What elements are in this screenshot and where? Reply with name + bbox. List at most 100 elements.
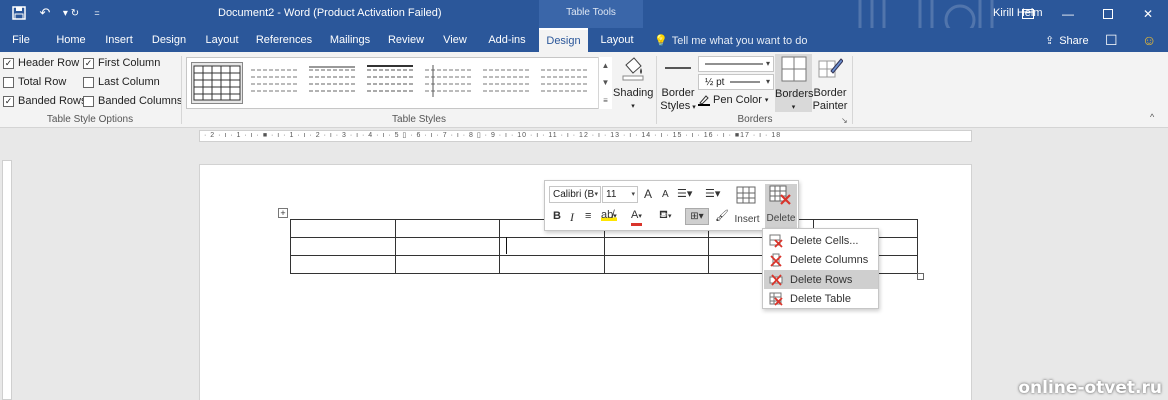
scroll-up-icon[interactable]: ▲ — [602, 61, 610, 70]
font-color-button[interactable]: A▾ — [631, 209, 642, 226]
delete-table-icon — [769, 185, 791, 205]
tab-table-design[interactable]: Design — [539, 28, 588, 52]
insert-button[interactable]: Insert — [733, 185, 761, 227]
table-style-3[interactable] — [307, 62, 359, 104]
line-weight-dropdown[interactable]: ½ pt ▾ — [698, 74, 774, 90]
tab-layout[interactable]: Layout — [199, 28, 245, 52]
checkbox-empty-icon — [83, 76, 94, 88]
minimize-icon[interactable]: — — [1048, 0, 1088, 28]
table-style-7[interactable] — [539, 62, 591, 104]
table-move-handle-icon[interactable]: + — [278, 208, 288, 218]
border-styles-icon — [665, 67, 691, 69]
banded-columns-checkbox[interactable]: Banded Columns — [83, 95, 182, 107]
table-style-4[interactable] — [365, 62, 417, 104]
font-size-box[interactable]: 11 ▾ — [602, 186, 638, 203]
scroll-down-icon[interactable]: ▼ — [602, 78, 610, 87]
delete-rows-item[interactable]: Delete Rows — [764, 270, 878, 289]
font-name-box[interactable]: Calibri (B ▾ — [549, 186, 601, 203]
gallery-scroll[interactable]: ▲ ▼ ≡ — [598, 57, 612, 109]
share-button[interactable]: ⇪ Share — [1045, 34, 1089, 48]
more-styles-icon[interactable]: ≡ — [603, 96, 608, 105]
bullets-icon[interactable]: ☰▾ — [677, 187, 692, 200]
table-cell[interactable] — [394, 237, 500, 256]
grow-font-button[interactable]: A — [644, 187, 652, 201]
text-cursor — [506, 237, 507, 254]
tell-me-box[interactable]: 💡 Tell me what you want to do — [654, 34, 807, 48]
tab-table-layout[interactable]: Layout — [594, 28, 640, 52]
save-icon[interactable] — [10, 4, 28, 22]
dialog-launcher-icon[interactable]: ↘ — [841, 116, 848, 125]
tab-insert[interactable]: Insert — [98, 28, 140, 52]
delete-columns-icon — [770, 253, 782, 267]
delete-button[interactable]: Delete — [765, 184, 797, 228]
undo-icon[interactable]: ↶ — [36, 4, 54, 22]
mini-toolbar: Calibri (B ▾ 11 ▾ A A ☰▾ ☰▾ B I ≡ ab̸▾ A… — [544, 180, 799, 231]
bold-button[interactable]: B — [553, 210, 561, 222]
checkbox-checked-icon: ✓ — [83, 57, 94, 69]
restore-icon[interactable] — [1088, 0, 1128, 28]
vertical-ruler[interactable] — [2, 160, 12, 400]
tab-review[interactable]: Review — [384, 28, 428, 52]
pen-color-button[interactable]: Pen Color ▾ — [698, 94, 768, 106]
close-icon[interactable]: ✕ — [1128, 0, 1168, 28]
ribbon-tabs: File Home Insert Design Layout Reference… — [0, 28, 1168, 52]
tab-add-ins[interactable]: Add-ins — [482, 28, 532, 52]
chevron-down-icon: ▾ — [764, 97, 769, 104]
highlight-icon[interactable]: ab̸▾ — [601, 209, 617, 221]
tab-mailings[interactable]: Mailings — [323, 28, 377, 52]
table-resize-handle[interactable] — [917, 273, 924, 280]
table-style-2[interactable] — [249, 62, 301, 104]
tab-home[interactable]: Home — [50, 28, 92, 52]
border-painter-button[interactable]: Border Painter — [812, 55, 848, 113]
tab-references[interactable]: References — [252, 28, 316, 52]
header-row-checkbox[interactable]: ✓ Header Row — [3, 57, 79, 69]
line-style-icon — [705, 63, 763, 65]
delete-cells-icon — [769, 234, 783, 248]
borders-button[interactable]: Borders ▾ — [775, 54, 814, 112]
table-cell[interactable] — [499, 237, 605, 256]
horizontal-ruler[interactable]: · 2 · ı · 1 · ı · ■ · ı · 1 · ı · 2 · ı … — [199, 130, 972, 142]
delete-columns-item[interactable]: Delete Columns — [764, 250, 878, 269]
redo-icon[interactable]: ▾ ↻ — [62, 4, 80, 22]
shading-button[interactable]: Shading ▾ — [613, 55, 653, 113]
table-cell[interactable] — [499, 255, 605, 274]
table-style-5[interactable] — [423, 62, 475, 104]
shrink-font-button[interactable]: A — [662, 189, 669, 200]
watermark: online-otvet.ru — [1018, 378, 1162, 398]
table-cell[interactable] — [290, 255, 396, 274]
group-separator — [852, 56, 853, 124]
total-row-checkbox[interactable]: Total Row — [3, 76, 66, 88]
format-painter-icon[interactable]: 🖌 — [715, 209, 729, 222]
shading-icon[interactable]: ⛾▾ — [659, 209, 672, 223]
table-style-6[interactable] — [481, 62, 533, 104]
italic-button[interactable]: I — [570, 210, 574, 225]
customize-icon[interactable]: = — [88, 4, 106, 22]
group-label-borders: Borders — [737, 114, 773, 125]
table-cell[interactable] — [290, 237, 396, 256]
ribbon-display-icon[interactable] — [1008, 0, 1048, 28]
tab-view[interactable]: View — [436, 28, 474, 52]
border-styles-button[interactable]: Border Styles ▾ — [659, 55, 697, 114]
first-column-checkbox[interactable]: ✓ First Column — [83, 57, 160, 69]
center-align-icon[interactable]: ≡ — [585, 210, 591, 222]
table-cell[interactable] — [603, 255, 709, 274]
table-cell[interactable] — [603, 237, 709, 256]
table-cell[interactable] — [290, 219, 396, 238]
banded-rows-checkbox[interactable]: ✓ Banded Rows — [3, 95, 87, 107]
line-style-dropdown[interactable]: ▾ — [698, 56, 774, 72]
group-separator — [181, 56, 182, 124]
tab-file[interactable]: File — [4, 28, 38, 52]
ribbon: ✓ Header Row ✓ First Column Total Row Last… — [0, 52, 1168, 128]
table-cell[interactable] — [394, 255, 500, 274]
delete-table-item[interactable]: Delete Table — [764, 289, 878, 308]
table-cell[interactable] — [394, 219, 500, 238]
comment-icon[interactable]: ☐ — [1105, 32, 1118, 49]
smiley-icon[interactable]: ☺ — [1142, 32, 1156, 48]
delete-cells-item[interactable]: Delete Cells... — [764, 231, 878, 250]
last-column-checkbox[interactable]: Last Column — [83, 76, 160, 88]
table-style-plain-grid[interactable] — [191, 62, 243, 104]
collapse-ribbon-icon[interactable]: ^ — [1150, 112, 1154, 122]
tab-design[interactable]: Design — [146, 28, 192, 52]
numbering-icon[interactable]: ☰▾ — [705, 187, 720, 200]
borders-mini-icon[interactable]: ⊞▾ — [685, 208, 709, 225]
